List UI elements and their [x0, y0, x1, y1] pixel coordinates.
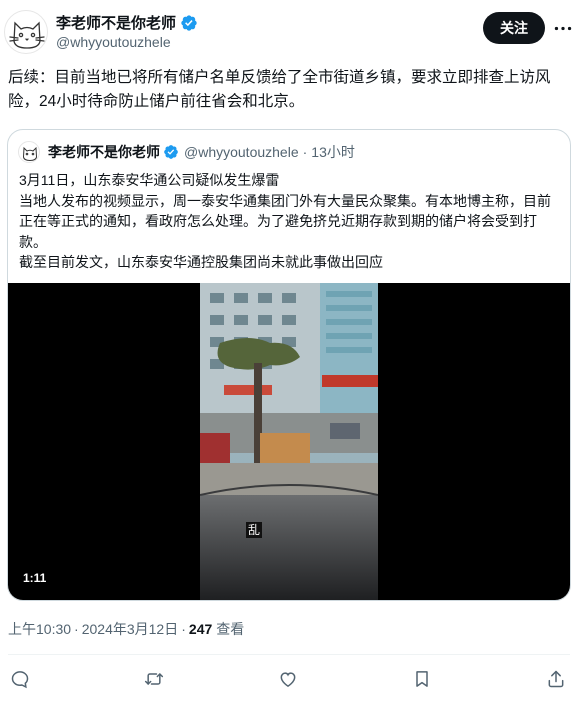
- quoted-tweet-header: 李老师不是你老师 @whyyoutouzhele · 13小时: [18, 141, 355, 163]
- views-count: 247: [188, 621, 213, 637]
- quoted-time: 13小时: [311, 144, 355, 160]
- cat-sketch-icon: [9, 21, 45, 49]
- reply-button[interactable]: [9, 668, 31, 690]
- quoted-author-handle: @whyyoutouzhele: [184, 144, 299, 160]
- views-label: 查看: [216, 621, 245, 637]
- share-button[interactable]: [545, 668, 567, 690]
- tweet-date[interactable]: 2024年3月12日: [82, 619, 179, 639]
- action-bar: [0, 664, 586, 694]
- quoted-tweet[interactable]: 李老师不是你老师 @whyyoutouzhele · 13小时 3月11日，山东…: [7, 129, 571, 601]
- quoted-author-avatar: [18, 141, 40, 163]
- bookmark-icon: [416, 671, 428, 687]
- author-handle[interactable]: @whyyoutouzhele: [56, 34, 171, 50]
- cat-sketch-icon: [23, 146, 37, 162]
- meta-separator: ·: [74, 621, 79, 637]
- retweet-button[interactable]: [143, 668, 165, 690]
- retweet-icon: [144, 673, 164, 685]
- video-subtitle: 乱: [246, 522, 262, 538]
- video-frame: 乱: [200, 283, 378, 600]
- verified-badge-icon: [164, 145, 178, 159]
- quoted-line-3: 截至目前发文，山东泰安华通控股集团尚未就此事做出回应: [19, 254, 383, 270]
- quoted-separator: ·: [302, 144, 308, 160]
- video-player[interactable]: 乱 1:11: [8, 283, 570, 600]
- verified-badge-icon: [181, 14, 197, 31]
- tweet-text: 后续：目前当地已将所有储户名单反馈给了全市街道乡镇，要求立即排查上访风险，24小…: [8, 69, 551, 110]
- like-icon: [280, 672, 296, 687]
- video-thumbnail-image: [200, 283, 378, 600]
- more-options-button[interactable]: [552, 18, 574, 38]
- tweet-time[interactable]: 上午10:30: [8, 619, 71, 639]
- reply-icon: [11, 671, 29, 689]
- quoted-line-2: 当地人发布的视频显示，周一泰安华通集团门外有大量民众聚集。有本地博主称，目前正在…: [19, 192, 551, 250]
- like-button[interactable]: [277, 668, 299, 690]
- bookmark-button[interactable]: [411, 668, 433, 690]
- quoted-line-1: 3月11日，山东泰安华通公司疑似发生爆雷: [19, 172, 280, 188]
- follow-button[interactable]: 关注: [483, 12, 545, 44]
- share-icon: [548, 670, 564, 688]
- video-duration: 1:11: [23, 571, 47, 585]
- tweet-meta: 上午10:30 · 2024年3月12日 · 247 查看: [8, 619, 244, 639]
- quoted-tweet-text: 3月11日，山东泰安华通公司疑似发生爆雷 当地人发布的视频显示，周一泰安华通集团…: [19, 170, 564, 273]
- tweet-header: 李老师不是你老师 @whyyoutouzhele 关注: [0, 0, 586, 60]
- meta-separator: ·: [181, 621, 186, 637]
- divider: [8, 654, 570, 655]
- quoted-author-name: 李老师不是你老师: [48, 144, 160, 160]
- more-dots-icon: [554, 26, 572, 30]
- author-display-name[interactable]: 李老师不是你老师: [56, 12, 176, 33]
- author-avatar[interactable]: [4, 10, 48, 54]
